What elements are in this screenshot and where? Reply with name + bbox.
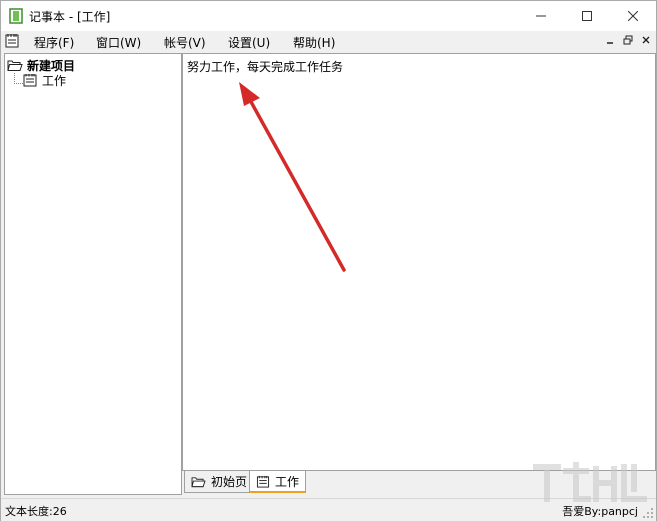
maximize-icon [582,11,592,21]
folder-icon [7,60,23,71]
text-length-status: 文本长度:26 [5,505,67,518]
mdi-minimize-icon[interactable] [604,34,616,46]
notepad-icon[interactable] [5,33,19,48]
mdi-restore-icon[interactable] [622,34,634,46]
project-tree[interactable]: 新建项目 工作 [4,53,182,495]
notepad-icon [23,74,37,87]
mdi-close-icon[interactable] [640,34,652,46]
menu-bar: 程序(F) 窗口(W) 帐号(V) 设置(U) 帮助(H) [1,31,656,52]
close-icon [628,11,638,21]
annotation-arrow [239,82,346,272]
notepad-icon [256,475,270,488]
menu-window[interactable]: 窗口(W) [96,34,141,51]
menu-help[interactable]: 帮助(H) [293,34,335,51]
minimize-icon [536,15,546,17]
tab-label: 工作 [275,474,300,489]
menu-settings[interactable]: 设置(U) [228,34,270,51]
tree-item-label: 工作 [42,73,67,88]
minimize-button[interactable] [518,1,564,31]
tab-start-page[interactable]: 初始页 [184,471,255,493]
watermark-logo [533,462,647,502]
folder-icon [191,476,206,487]
app-icon [9,8,23,24]
window-title: 记事本 - [工作] [29,10,111,24]
menu-program[interactable]: 程序(F) [34,34,74,51]
title-bar[interactable]: 记事本 - [工作] [1,1,656,31]
close-button[interactable] [610,1,656,31]
app-window: 记事本 - [工作] 程序(F) 窗口(W) 帐号(V) 设置(U) 帮助(H) [0,0,657,521]
maximize-button[interactable] [564,1,610,31]
tab-work[interactable]: 工作 [249,471,307,493]
text-editor[interactable]: 努力工作，每天完成工作任务 [182,53,656,471]
tab-label: 初始页 [211,475,248,489]
tree-item-work[interactable]: 工作 [23,72,66,88]
menu-account[interactable]: 帐号(V) [164,34,206,51]
